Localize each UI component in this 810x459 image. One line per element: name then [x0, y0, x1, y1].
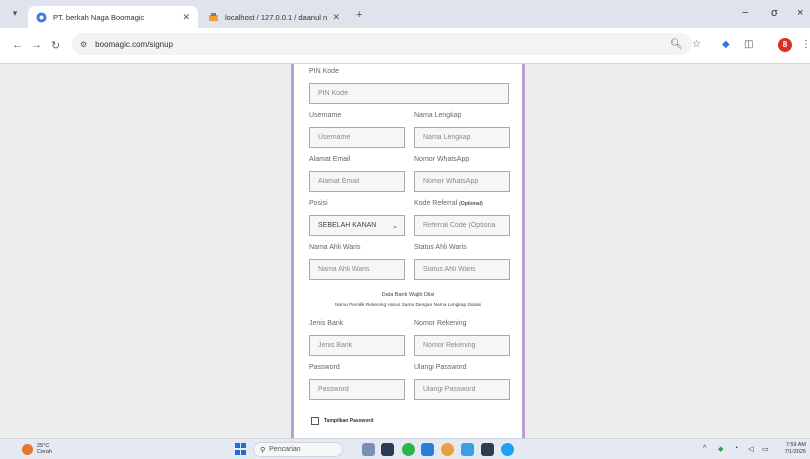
file-explorer-app-icon[interactable]: [461, 443, 474, 456]
whatsapp-app-icon[interactable]: [402, 443, 415, 456]
bank-type-label: Jenis Bank: [309, 320, 344, 327]
maximize-button[interactable]: σ: [771, 7, 778, 19]
whatsapp-label: Nomor WhatsApp: [414, 156, 470, 163]
heir-status-label: Status Ahli Waris: [414, 244, 467, 251]
file-app-icon[interactable]: [381, 443, 394, 456]
weather-widget[interactable]: 25°C Cerah: [22, 443, 52, 455]
position-select[interactable]: SEBELAH KANAN ⌄: [309, 215, 405, 236]
username-input[interactable]: [309, 127, 405, 148]
clock-date: 7/1/2025: [784, 449, 806, 455]
bank-type-input[interactable]: [309, 335, 405, 356]
bookmark-star-icon[interactable]: ☆: [692, 39, 701, 50]
chrome-app-icon[interactable]: [441, 443, 454, 456]
tab-localhost[interactable]: localhost / 127.0.0.1 / daanul n ✕: [200, 6, 348, 28]
widgets-app-icon[interactable]: [362, 443, 375, 456]
bank-note-subtitle: Nama Pemilik Rekening Harus Sama Dengan …: [334, 303, 482, 308]
tab-title: localhost / 127.0.0.1 / daanul n: [225, 12, 328, 22]
tray-chevron-icon[interactable]: ^: [703, 445, 706, 452]
page-viewport: PIN Kode Username Nama Lengkap Alamat Em…: [0, 64, 810, 438]
whatsapp-input[interactable]: [414, 171, 510, 192]
weather-desc: Cerah: [37, 449, 52, 455]
email-input[interactable]: [309, 171, 405, 192]
tab-title: PT. berkah Naga Boomagic: [53, 12, 145, 22]
terminal-app-icon[interactable]: [481, 443, 494, 456]
bank-note-title: Data Bank Wajib Diisi: [381, 292, 435, 298]
password-repeat-label: Ulangi Password: [414, 364, 467, 371]
tab-search-chevron-icon[interactable]: ▾: [8, 8, 22, 20]
url-text: boomagic.com/signup: [95, 39, 173, 49]
referral-label: Kode Referral (Optional): [414, 200, 483, 207]
close-window-button[interactable]: ×: [797, 7, 803, 19]
windows-start-icon[interactable]: [235, 443, 247, 455]
extension-icon[interactable]: ◆: [722, 39, 730, 50]
clock-time: 7:59 AM: [785, 442, 806, 448]
site-favicon-icon: [36, 12, 47, 22]
browser-menu-icon[interactable]: ⋮: [801, 39, 810, 50]
address-bar[interactable]: ⚙ boomagic.com/signup: [72, 33, 692, 55]
referral-input[interactable]: [414, 215, 510, 236]
password-input[interactable]: [309, 379, 405, 400]
password-label: Password: [309, 364, 340, 371]
account-number-input[interactable]: [414, 335, 510, 356]
show-password-toggle[interactable]: Tampilkan Password: [311, 417, 373, 425]
minimize-button[interactable]: −: [742, 7, 748, 19]
heir-name-input[interactable]: [309, 259, 405, 280]
show-password-checkbox[interactable]: [311, 417, 319, 425]
sidepanel-icon[interactable]: ◫: [744, 39, 753, 50]
weather-sun-icon: [22, 443, 33, 455]
wifi-icon[interactable]: ◔: [734, 445, 738, 452]
search-icon: ⚲: [260, 446, 266, 454]
pin-label: PIN Kode: [309, 68, 339, 75]
forward-arrow-icon[interactable]: →: [31, 39, 42, 51]
username-label: Username: [309, 112, 342, 119]
show-password-label: Tampilkan Password: [324, 418, 374, 424]
battery-icon[interactable]: ▭: [762, 445, 769, 453]
tab-boomagic[interactable]: PT. berkah Naga Boomagic ✕: [28, 6, 198, 28]
heir-name-label: Nama Ahli Waris: [309, 244, 361, 251]
profile-avatar[interactable]: 8: [778, 38, 792, 52]
reload-icon[interactable]: ↻: [51, 39, 60, 52]
browser-app-icon[interactable]: [501, 443, 514, 456]
browser-tab-strip: ▾ PT. berkah Naga Boomagic ✕ localhost /…: [0, 0, 810, 28]
taskbar: 25°C Cerah ⚲ Pencarian ^ ◆ ◔ ◁ ▭ 7:59 AM…: [0, 438, 810, 459]
password-repeat-input[interactable]: [414, 379, 510, 400]
zoom-icon[interactable]: 🔍︎: [670, 39, 683, 50]
position-label: Posisi: [309, 200, 328, 207]
signup-form-card: PIN Kode Username Nama Lengkap Alamat Em…: [291, 64, 525, 438]
vscode-app-icon[interactable]: [421, 443, 434, 456]
volume-icon[interactable]: ◁: [748, 445, 753, 453]
tab-close-icon[interactable]: ✕: [332, 12, 340, 23]
back-arrow-icon[interactable]: ←: [12, 39, 23, 51]
tab-close-icon[interactable]: ✕: [182, 12, 190, 23]
position-value: SEBELAH KANAN: [318, 222, 377, 229]
taskbar-clock[interactable]: 7:59 AM 7/1/2025: [778, 442, 806, 456]
search-placeholder: Pencarian: [269, 446, 301, 453]
site-info-icon[interactable]: ⚙: [80, 40, 87, 49]
chevron-down-icon: ⌄: [392, 222, 398, 230]
browser-toolbar: ← → ↻ ⚙ boomagic.com/signup 🔍︎ ☆ ◆ ◫ 8 ⋮: [0, 28, 810, 64]
optional-tag: (Optional): [459, 201, 483, 207]
tray-app-icon[interactable]: ◆: [718, 445, 723, 453]
pin-input[interactable]: [309, 83, 509, 104]
heir-status-input[interactable]: [414, 259, 510, 280]
fullname-input[interactable]: [414, 127, 510, 148]
account-number-label: Nomor Rekening: [414, 320, 467, 327]
new-tab-button[interactable]: +: [356, 9, 362, 21]
phpmyadmin-favicon-icon: [209, 12, 218, 21]
taskbar-search[interactable]: ⚲ Pencarian: [253, 442, 343, 457]
email-label: Alamat Email: [309, 156, 351, 163]
fullname-label: Nama Lengkap: [414, 112, 462, 119]
